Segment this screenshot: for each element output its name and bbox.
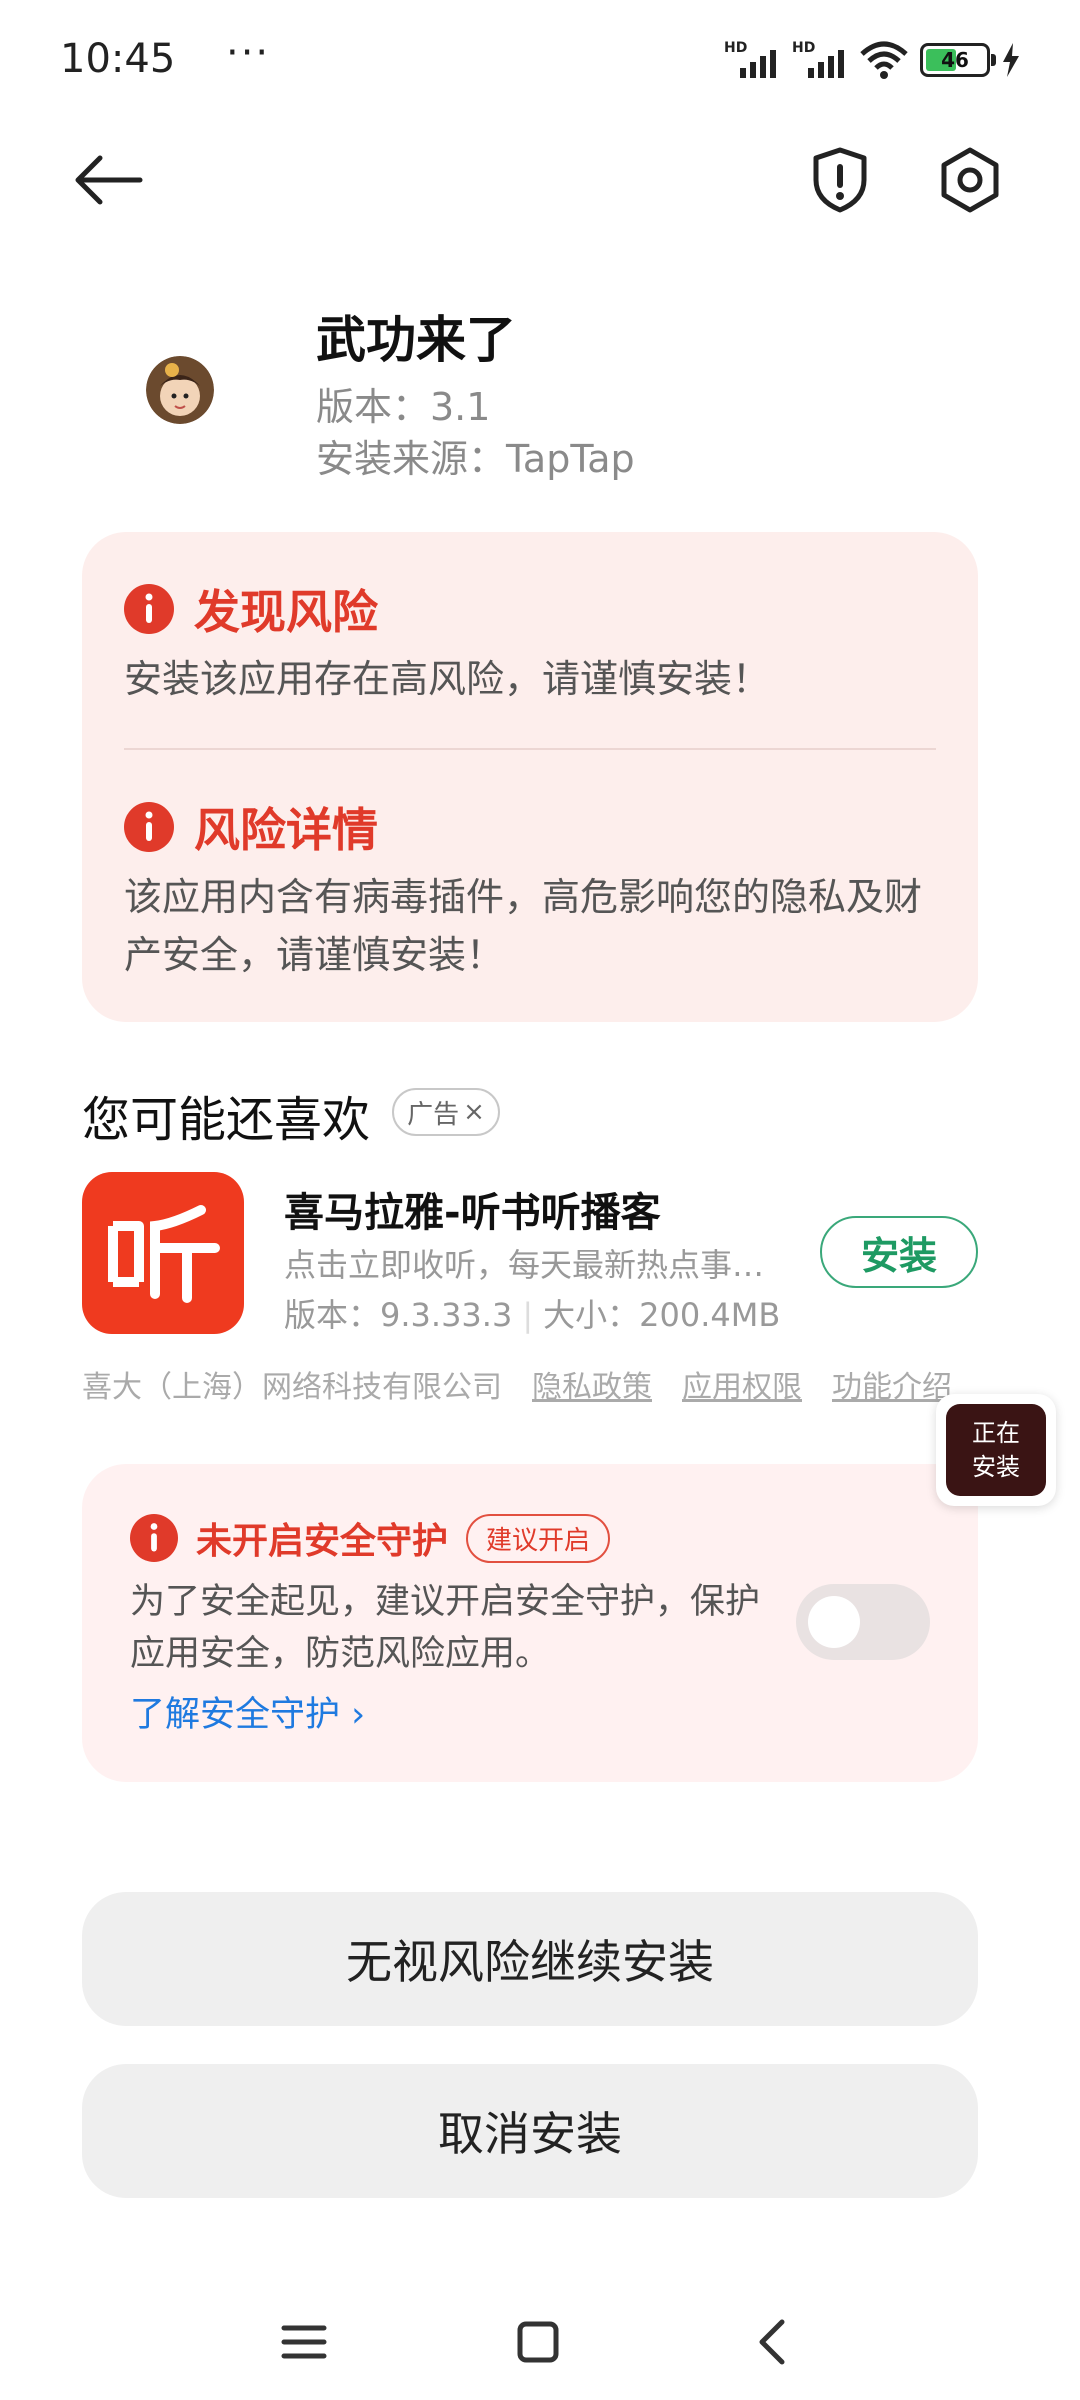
recommended-app-meta: 版本：9.3.33.3 | 大小：200.4MB — [284, 1296, 781, 1334]
suggest-enable-badge: 建议开启 — [466, 1513, 611, 1563]
settings-button[interactable] — [930, 140, 1010, 220]
app-source: 安装来源：TapTap — [316, 437, 635, 481]
app-icon — [146, 356, 214, 424]
risk-found-title: 发现风险 — [194, 585, 378, 639]
recommended-app-name[interactable]: 喜马拉雅-听书听播客 — [284, 1180, 661, 1238]
warning-icon — [124, 584, 174, 634]
developer-name: 喜大（上海）网络科技有限公司 — [82, 1370, 502, 1405]
feature-intro-link[interactable]: 功能介绍 — [832, 1362, 952, 1406]
protection-description: 为了安全起见，建议开启安全守护，保护 应用安全，防范风险应用。 — [130, 1582, 761, 1674]
battery-icon: 46 — [920, 43, 996, 77]
ting-logo-icon — [108, 1205, 220, 1303]
risk-detail-heading: 风险详情 — [124, 794, 378, 860]
risk-detail-line2: 产安全，请谨慎安装！ — [124, 933, 505, 977]
cancel-install-button[interactable]: 取消安装 — [82, 2064, 978, 2198]
ximalaya-app-icon[interactable] — [82, 1172, 244, 1334]
risk-card: 发现风险 安装该应用存在高风险，请谨慎安装！ 风险详情 该应用内含有病毒插件，高… — [82, 532, 978, 1022]
app-permissions-link[interactable]: 应用权限 — [682, 1362, 802, 1406]
status-bar: 10:45 ··· HD HD 46 — [0, 0, 1080, 120]
recommend-title: 您可能还喜欢 — [82, 1092, 371, 1148]
recent-apps-button[interactable] — [264, 2302, 344, 2382]
protection-title: 未开启安全守护 — [196, 1521, 449, 1562]
recommended-app-footer: 喜大（上海）网络科技有限公司 隐私政策 应用权限 功能介绍 — [82, 1362, 952, 1406]
installing-floating-bubble[interactable]: 正在 安装 — [936, 1394, 1056, 1506]
recommended-app-size: 大小：200.4MB — [543, 1296, 781, 1334]
risk-detail-line1: 该应用内含有病毒插件，高危影响您的隐私及财 — [124, 875, 923, 919]
app-name: 武功来了 — [316, 311, 516, 369]
charging-icon — [1003, 43, 1019, 77]
security-report-button[interactable] — [800, 140, 880, 220]
protection-heading: 未开启安全守护 建议开启 — [130, 1512, 611, 1564]
more-notifications-icon: ··· — [226, 30, 271, 76]
continue-install-button[interactable]: 无视风险继续安装 — [82, 1892, 978, 2026]
menu-icon — [281, 2325, 327, 2359]
recommended-app-version: 版本：9.3.33.3 — [284, 1296, 513, 1334]
arrow-left-icon — [75, 155, 143, 205]
risk-detail-title: 风险详情 — [194, 803, 378, 857]
wifi-icon — [860, 41, 908, 79]
cell-signal-icon-2: HD — [792, 40, 848, 80]
install-recommended-button[interactable]: 安装 — [820, 1216, 978, 1288]
close-icon[interactable]: × — [463, 1097, 485, 1127]
square-icon — [517, 2321, 559, 2363]
security-protection-card: 未开启安全守护 建议开启 为了安全起见，建议开启安全守护，保护 应用安全，防范风… — [82, 1464, 978, 1782]
ad-label: 广告 — [407, 1099, 460, 1130]
app-version: 版本：3.1 — [316, 385, 491, 429]
divider — [124, 748, 936, 750]
back-nav-button[interactable] — [734, 2302, 814, 2382]
game-character-icon — [146, 356, 214, 424]
warning-icon — [124, 802, 174, 852]
gear-icon — [941, 147, 999, 213]
protection-toggle[interactable] — [796, 1584, 930, 1660]
warning-icon — [130, 1514, 178, 1562]
privacy-policy-link[interactable]: 隐私政策 — [532, 1362, 652, 1406]
recommended-app-description: 点击立即收听，每天最新热点事件全... — [284, 1246, 784, 1284]
risk-found-text: 安装该应用存在高风险，请谨慎安装！ — [124, 657, 771, 701]
status-time: 10:45 — [60, 36, 176, 82]
chevron-left-icon — [759, 2319, 785, 2365]
ad-badge[interactable]: 广告 × — [392, 1088, 500, 1136]
cell-signal-icon: HD — [724, 40, 780, 80]
navigation-bar — [0, 2280, 1080, 2400]
back-button[interactable] — [70, 140, 150, 220]
shield-alert-icon — [813, 147, 867, 213]
toggle-knob — [808, 1596, 860, 1648]
learn-protection-link[interactable]: 了解安全守护 › — [130, 1686, 365, 1737]
risk-found-heading: 发现风险 — [124, 576, 378, 642]
home-button[interactable] — [498, 2302, 578, 2382]
